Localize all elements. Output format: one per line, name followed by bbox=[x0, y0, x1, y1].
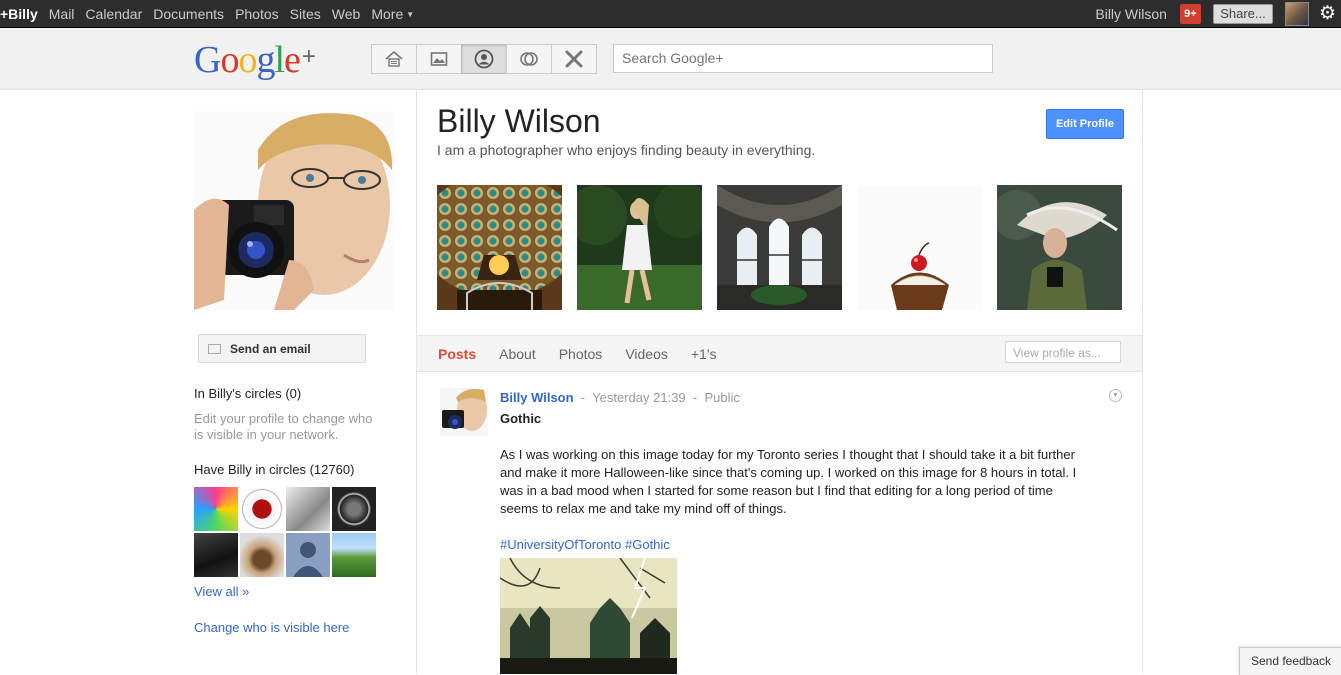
avatar[interactable] bbox=[332, 487, 376, 531]
circle-avatars bbox=[194, 487, 378, 577]
photo-strip bbox=[437, 185, 1122, 310]
avatar[interactable] bbox=[240, 487, 284, 531]
profile-tagline: I am a photographer who enjoys finding b… bbox=[437, 142, 816, 158]
avatar[interactable] bbox=[194, 487, 238, 531]
top-nav-plus-billy[interactable]: +Billy bbox=[0, 6, 38, 22]
change-visible-link[interactable]: Change who is visible here bbox=[194, 620, 349, 635]
profile-tabs-bar: Posts About Photos Videos +1's View prof… bbox=[417, 335, 1142, 372]
avatar[interactable] bbox=[286, 533, 330, 577]
post-author[interactable]: Billy Wilson bbox=[500, 390, 574, 405]
view-profile-as-input[interactable]: View profile as... bbox=[1005, 341, 1121, 363]
have-in-circles-heading: Have Billy in circles (12760) bbox=[194, 462, 355, 477]
post-body: As I was working on this image today for… bbox=[500, 447, 1077, 516]
top-nav-web[interactable]: Web bbox=[332, 6, 361, 22]
tab-posts[interactable]: Posts bbox=[438, 346, 476, 362]
top-right: Billy Wilson 9+ Share... ⚙ bbox=[1095, 0, 1341, 27]
search-box bbox=[613, 44, 993, 73]
avatar[interactable] bbox=[194, 533, 238, 577]
send-email-button[interactable]: Send an email bbox=[198, 334, 366, 363]
edit-profile-hint: Edit your profile to change who is visib… bbox=[194, 411, 373, 442]
photos-icon[interactable] bbox=[416, 44, 462, 74]
home-icon[interactable] bbox=[371, 44, 417, 74]
photo-thumbnail[interactable] bbox=[717, 185, 842, 310]
account-avatar[interactable] bbox=[1284, 1, 1309, 26]
google-plus-logo[interactable]: Google+ bbox=[194, 38, 316, 82]
top-nav: +Billy Mail Calendar Documents Photos Si… bbox=[0, 0, 425, 27]
photo-thumbnail[interactable] bbox=[997, 185, 1122, 310]
tab-plus-ones[interactable]: +1's bbox=[691, 346, 717, 362]
post-separator: - bbox=[580, 390, 586, 405]
profile-name: Billy Wilson bbox=[437, 103, 601, 139]
top-nav-more-label: More bbox=[371, 5, 404, 22]
notification-badge[interactable]: 9+ bbox=[1179, 3, 1201, 24]
avatar[interactable] bbox=[286, 487, 330, 531]
post-separator: - bbox=[692, 390, 698, 405]
search-input[interactable] bbox=[614, 45, 990, 70]
account-name[interactable]: Billy Wilson bbox=[1095, 6, 1167, 22]
share-button[interactable]: Share... bbox=[1212, 3, 1273, 24]
post-header: Billy Wilson - Yesterday 21:39 - Public bbox=[500, 390, 740, 405]
games-icon[interactable] bbox=[551, 44, 597, 74]
gear-icon[interactable]: ⚙ bbox=[1319, 0, 1336, 27]
tab-about[interactable]: About bbox=[499, 346, 536, 362]
header: Google+ bbox=[0, 28, 1341, 90]
left-column bbox=[194, 110, 394, 310]
profile-tabs: Posts About Photos Videos +1's bbox=[438, 336, 740, 371]
top-nav-documents[interactable]: Documents bbox=[153, 6, 224, 22]
photo-thumbnail[interactable] bbox=[577, 185, 702, 310]
post-hashtags[interactable]: #UniversityOfToronto #Gothic bbox=[500, 537, 670, 552]
profile-photo[interactable] bbox=[194, 110, 394, 310]
post-author-avatar[interactable] bbox=[440, 388, 488, 436]
post-image[interactable] bbox=[500, 558, 677, 674]
column-divider bbox=[416, 89, 417, 674]
post-menu-chevron-icon[interactable]: ▼ bbox=[1109, 389, 1122, 402]
chevron-down-icon: ▼ bbox=[406, 10, 415, 20]
column-divider bbox=[1142, 89, 1143, 674]
photo-thumbnail[interactable] bbox=[857, 185, 982, 310]
post-title: Gothic bbox=[500, 411, 542, 426]
app-nav bbox=[371, 44, 597, 74]
mail-icon bbox=[208, 343, 221, 354]
photo-thumbnail[interactable] bbox=[437, 185, 562, 310]
tab-photos[interactable]: Photos bbox=[559, 346, 603, 362]
send-feedback-button[interactable]: Send feedback bbox=[1239, 647, 1341, 675]
post-timestamp[interactable]: Yesterday 21:39 bbox=[592, 390, 685, 405]
edit-profile-button[interactable]: Edit Profile bbox=[1046, 109, 1124, 139]
profile-icon[interactable] bbox=[461, 44, 507, 74]
view-all-link[interactable]: View all » bbox=[194, 584, 249, 599]
top-nav-photos[interactable]: Photos bbox=[235, 6, 279, 22]
avatar[interactable] bbox=[240, 533, 284, 577]
circles-icon[interactable] bbox=[506, 44, 552, 74]
top-nav-calendar[interactable]: Calendar bbox=[85, 6, 142, 22]
top-nav-mail[interactable]: Mail bbox=[49, 6, 75, 22]
top-bar: +Billy Mail Calendar Documents Photos Si… bbox=[0, 0, 1341, 28]
top-nav-more[interactable]: More ▼ bbox=[371, 6, 414, 22]
tab-videos[interactable]: Videos bbox=[625, 346, 668, 362]
avatar[interactable] bbox=[332, 533, 376, 577]
post-visibility[interactable]: Public bbox=[704, 390, 739, 405]
top-nav-sites[interactable]: Sites bbox=[290, 6, 321, 22]
in-circles-heading: In Billy's circles (0) bbox=[194, 386, 302, 401]
send-email-label: Send an email bbox=[230, 341, 311, 356]
